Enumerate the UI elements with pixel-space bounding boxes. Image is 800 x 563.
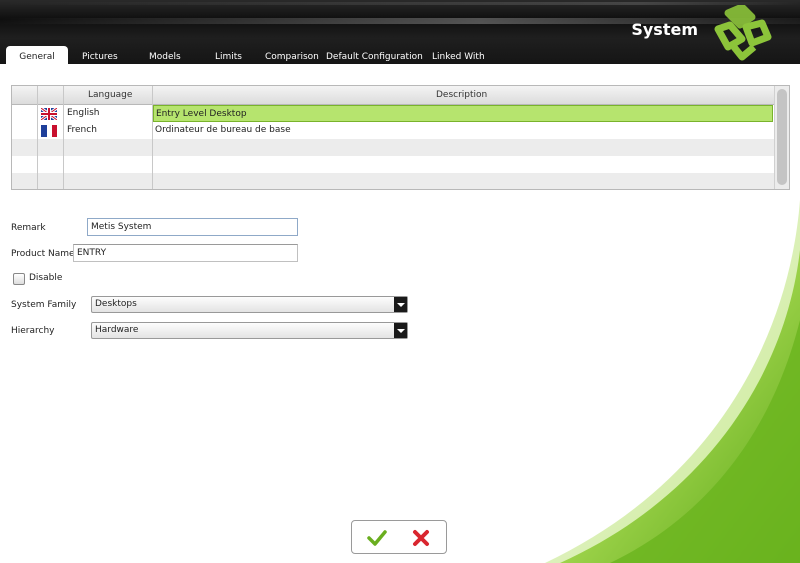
table-row-empty — [12, 139, 774, 156]
system-family-value: Desktops — [95, 299, 137, 309]
system-family-label: System Family — [11, 300, 77, 310]
table-row[interactable]: French Ordinateur de bureau de base — [12, 122, 774, 139]
tab-default-configuration[interactable]: Default Configuration — [326, 46, 423, 64]
tab-linked-with[interactable]: Linked With — [432, 46, 485, 64]
product-name-input[interactable]: ENTRY — [73, 244, 298, 262]
description-cell: Entry Level Desktop — [153, 105, 773, 122]
column-header-language[interactable]: Language — [88, 86, 132, 105]
table-header: Language Description — [12, 86, 774, 105]
language-cell: English — [67, 108, 100, 118]
remark-input[interactable]: Metis System — [87, 218, 298, 236]
remark-label: Remark — [11, 223, 46, 233]
tab-comparison[interactable]: Comparison — [265, 46, 319, 64]
hierarchy-label: Hierarchy — [11, 326, 55, 336]
hierarchy-select[interactable]: Hardware — [91, 322, 408, 339]
app-logo-icon — [714, 5, 772, 61]
system-family-select[interactable]: Desktops — [91, 296, 408, 313]
table-row-empty — [12, 156, 774, 173]
tab-general[interactable]: General — [6, 46, 68, 64]
chevron-down-icon[interactable] — [394, 323, 407, 338]
tab-limits[interactable]: Limits — [215, 46, 242, 64]
uk-flag-icon — [41, 105, 59, 122]
tab-models[interactable]: Models — [149, 46, 181, 64]
scrollbar-thumb[interactable] — [777, 89, 787, 185]
disable-label: Disable — [29, 273, 63, 283]
language-table: Language Description English Entry Level… — [11, 85, 790, 190]
column-header-description[interactable]: Description — [436, 86, 487, 105]
product-name-label: Product Name — [11, 249, 75, 259]
confirm-button[interactable] — [367, 530, 387, 546]
cancel-button[interactable] — [412, 529, 430, 547]
action-button-group — [351, 520, 447, 554]
table-scrollbar[interactable] — [774, 86, 789, 189]
table-row[interactable]: English Entry Level Desktop — [12, 105, 774, 122]
table-row-empty — [12, 173, 774, 189]
france-flag-icon — [41, 122, 59, 139]
tab-pictures[interactable]: Pictures — [82, 46, 118, 64]
hierarchy-value: Hardware — [95, 325, 139, 335]
chevron-down-icon[interactable] — [394, 297, 407, 312]
header-bar: System General Pictures Models Limits Co… — [0, 0, 800, 64]
description-cell: Ordinateur de bureau de base — [155, 125, 291, 135]
disable-checkbox[interactable] — [13, 273, 25, 285]
language-cell: French — [67, 125, 97, 135]
page-title: System — [631, 20, 698, 39]
